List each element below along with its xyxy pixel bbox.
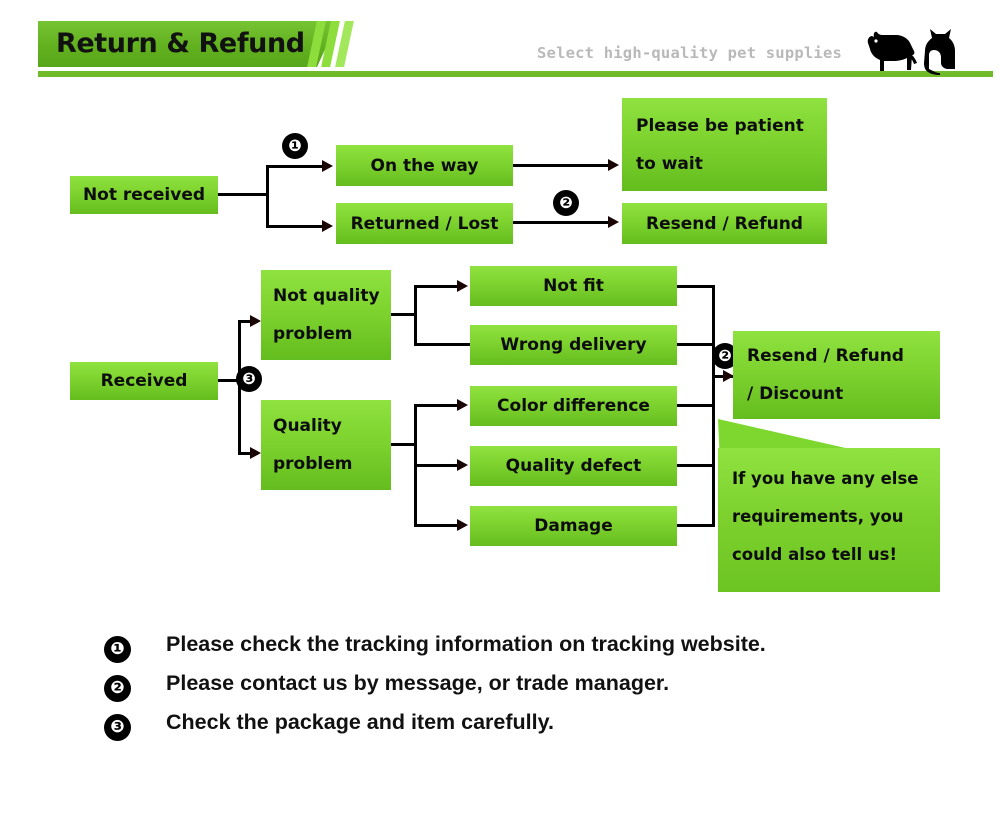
final-result-line-2: / Discount <box>747 384 844 404</box>
flow-box-not-quality-problem[interactable]: Not quality problem <box>261 270 391 360</box>
header-divider <box>38 71 993 77</box>
connector-to-returned-lost <box>266 225 324 228</box>
note-text-2: Please contact us by message, or trade m… <box>166 671 670 695</box>
flow-box-resend-refund[interactable]: Resend / Refund <box>622 203 827 244</box>
dog-silhouette-icon <box>867 31 917 71</box>
arrow-to-not-quality <box>250 315 261 327</box>
category-line-2: problem <box>273 324 353 344</box>
note-text-1: Please check the tracking information on… <box>166 632 766 656</box>
flow-box-not-fit[interactable]: Not fit <box>470 266 677 306</box>
connector-returned-lost-to-result <box>513 221 613 224</box>
note-text-3: Check the package and item carefully. <box>166 710 554 734</box>
result-line-2: to wait <box>636 153 703 174</box>
final-result-line-1: Resend / Refund <box>747 346 904 366</box>
arrow-to-damage <box>457 519 468 531</box>
page-root: Return & Refund Select high-quality pet … <box>0 0 1000 840</box>
page-header: Return & Refund Select high-quality pet … <box>0 0 1000 88</box>
note-badge-2: ❷ <box>104 675 131 702</box>
arrow-to-color-difference <box>457 399 468 411</box>
category-line-1: Quality <box>273 416 342 436</box>
flow-box-on-the-way[interactable]: On the way <box>336 145 513 186</box>
flow-box-returned-lost[interactable]: Returned / Lost <box>336 203 513 244</box>
header-tagline: Select high-quality pet supplies <box>537 44 843 62</box>
cat-silhouette-icon <box>924 29 955 75</box>
connector-quality-defect-merge <box>677 464 715 467</box>
connector-not-quality-stem <box>391 313 416 316</box>
flow-box-damage[interactable]: Damage <box>470 506 677 546</box>
category-line-2: problem <box>273 454 353 474</box>
flow-box-received[interactable]: Received <box>70 362 218 400</box>
connector-not-fit-merge <box>677 285 715 288</box>
badge-3: ❸ <box>236 366 262 392</box>
connector-quality-stem <box>391 443 416 446</box>
flow-box-resend-refund-discount[interactable]: Resend / Refund / Discount <box>733 331 940 419</box>
badge-1-top: ❶ <box>282 133 308 159</box>
arrow-on-the-way-to-result <box>608 159 619 171</box>
speech-bubble-note: If you have any else requirements, you c… <box>718 448 940 592</box>
flow-box-color-difference[interactable]: Color difference <box>470 386 677 426</box>
connector-to-color-difference <box>414 404 459 407</box>
result-line-1: Please be patient <box>636 115 804 136</box>
connector-to-on-the-way <box>266 165 324 168</box>
flow-box-not-received[interactable]: Not received <box>70 176 218 214</box>
connector-wrong-delivery-merge <box>677 343 715 346</box>
page-title: Return & Refund <box>56 28 305 59</box>
connector-color-difference-merge <box>677 404 715 407</box>
connector-to-not-fit <box>414 285 459 288</box>
note-item: ❶ Please check the tracking information … <box>104 630 924 669</box>
bubble-line-1: If you have any else <box>732 469 919 488</box>
bubble-line-2: requirements, you <box>732 507 904 526</box>
connector-to-quality-defect <box>414 464 459 467</box>
arrow-to-quality <box>250 447 261 459</box>
flow-box-quality-defect[interactable]: Quality defect <box>470 446 677 486</box>
connector-not-received-stem <box>218 193 266 196</box>
note-badge-1: ❶ <box>104 636 131 663</box>
connector-damage-merge <box>677 524 715 527</box>
arrow-to-not-fit <box>457 280 468 292</box>
footer-notes: ❶ Please check the tracking information … <box>104 630 924 747</box>
note-badge-3: ❸ <box>104 714 131 741</box>
connector-not-quality-split <box>414 285 417 345</box>
connector-not-received-split <box>266 165 269 228</box>
note-item: ❸ Check the package and item carefully. <box>104 708 924 747</box>
connector-to-wrong-delivery <box>414 343 471 346</box>
flow-box-please-be-patient[interactable]: Please be patient to wait <box>622 98 827 191</box>
arrow-to-quality-defect <box>457 459 468 471</box>
connector-merge-bus <box>712 285 715 527</box>
connector-on-the-way-to-result <box>513 164 613 167</box>
flow-box-quality-problem[interactable]: Quality problem <box>261 400 391 490</box>
category-line-1: Not quality <box>273 286 380 306</box>
arrow-to-returned-lost <box>322 220 333 232</box>
badge-2-top: ❷ <box>553 190 579 216</box>
arrow-to-on-the-way <box>322 160 333 172</box>
note-item: ❷ Please contact us by message, or trade… <box>104 669 924 708</box>
connector-to-damage <box>414 524 459 527</box>
bubble-line-3: could also tell us! <box>732 545 897 564</box>
flow-box-wrong-delivery[interactable]: Wrong delivery <box>470 325 677 365</box>
arrow-returned-lost-to-result <box>608 216 619 228</box>
